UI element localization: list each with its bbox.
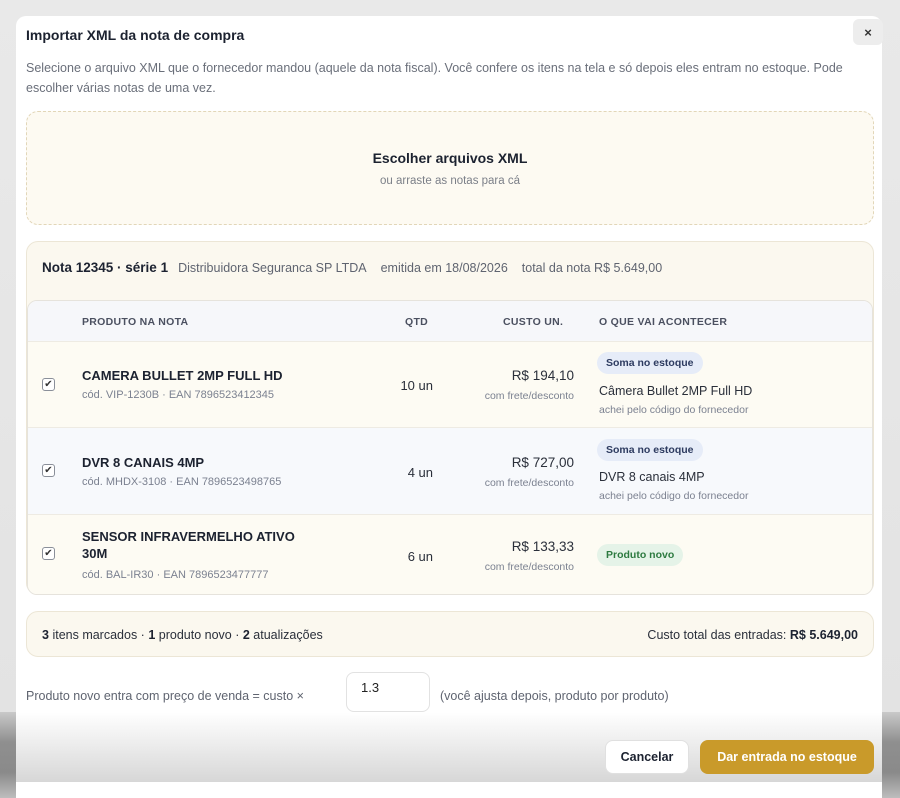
item-cost: R$ 133,33 [511,539,574,554]
item-cost-note: com frete/desconto [484,477,574,489]
invoice-total: total da nota R$ 5.649,00 [521,261,663,275]
markup-label: Produto novo entra com preço de venda = … [26,689,304,703]
item-cost: R$ 194,10 [511,368,574,383]
new-label: produto novo · [158,628,240,642]
col-produto: PRODUTO NA NOTA [82,316,189,328]
item-cost: R$ 727,00 [511,455,574,470]
cancel-button[interactable]: Cancelar [605,740,689,774]
item-name-line2: 30M [82,546,108,561]
item-qty: 6 un [407,549,433,564]
status-badge: Produto novo [597,544,684,566]
status-badge: Soma no estoque [597,439,703,461]
summary-total: Custo total das entradas: R$ 5.649,00 [647,628,858,642]
item-cost-note: com frete/desconto [484,390,574,402]
table-row: ✔ DVR 8 CANAIS 4MP cód. MHDX-3108 · EAN … [28,427,872,514]
item-name-line1: SENSOR INFRAVERMELHO ATIVO [82,529,295,544]
invoice-header: Nota 12345 · série 1 Distribuidora Segura… [42,260,662,275]
status-badge: Soma no estoque [597,352,703,374]
update-count: 2 [242,628,250,642]
summary-bar: 3 itens marcados · 1 produto novo · 2 at… [26,611,874,657]
total-value: R$ 5.649,00 [789,628,858,642]
item-checkbox[interactable]: ✔ [42,464,55,477]
matched-product: DVR 8 canais 4MP [599,470,705,484]
invoice-supplier: Distribuidora Seguranca SP LTDA [178,261,367,275]
items-table: PRODUTO NA NOTA QTD CUSTO UN. O QUE VAI … [27,300,873,595]
markup-row: Produto novo entra com preço de venda = … [26,672,876,714]
item-code: cód. VIP-1230B · EAN 7896523412345 [82,389,275,401]
item-cost-note: com frete/desconto [484,561,574,573]
dropzone-hint: ou arraste as notas para cá [380,175,520,187]
update-label: atualizações [253,628,323,642]
marked-count: 3 [42,628,49,642]
col-acao: O QUE VAI ACONTECER [599,316,728,328]
col-custo: CUSTO UN. [503,316,564,328]
dialog-description: Selecione o arquivo XML que o fornecedor… [26,61,843,95]
invoice-card: Nota 12345 · série 1 Distribuidora Segura… [26,241,874,595]
item-code: cód. BAL-IR30 · EAN 7896523477777 [82,569,269,581]
summary-counts: 3 itens marcados · 1 produto novo · 2 at… [42,628,323,642]
matched-product: Câmera Bullet 2MP Full HD [599,384,753,398]
item-name: CAMERA BULLET 2MP FULL HD [82,368,283,383]
total-label: Custo total das entradas: [647,628,787,642]
choose-xml-files-link[interactable]: Escolher arquivos XML [27,150,873,166]
dialog-title: Importar XML da nota de compra [26,27,245,43]
item-name: DVR 8 CANAIS 4MP [82,455,205,470]
new-count: 1 [148,628,156,642]
item-qty: 10 un [400,378,433,393]
confirm-stock-entry-button[interactable]: Dar entrada no estoque [700,740,874,774]
invoice-issued-date: emitida em 18/08/2026 [380,261,508,275]
marked-label: itens marcados · [52,628,145,642]
invoice-number: Nota 12345 · série 1 [42,260,169,275]
item-qty: 4 un [407,465,433,480]
item-code: cód. MHDX-3108 · EAN 7896523498765 [82,476,282,488]
xml-dropzone[interactable]: Escolher arquivos XML ou arraste as nota… [26,111,874,225]
match-note: achei pelo código do fornecedor [599,404,749,416]
match-note: achei pelo código do fornecedor [599,490,749,502]
table-row: ✔ CAMERA BULLET 2MP FULL HD cód. VIP-123… [28,341,872,427]
col-qtd: QTD [405,316,429,328]
table-row: ✔ SENSOR INFRAVERMELHO ATIVO 30M cód. BA… [28,514,872,594]
item-checkbox[interactable]: ✔ [42,547,55,560]
close-icon: × [864,24,872,40]
markup-input[interactable] [346,672,430,712]
markup-hint: (você ajusta depois, produto por produto… [440,689,669,703]
table-header: PRODUTO NA NOTA QTD CUSTO UN. O QUE VAI … [28,301,872,341]
close-button[interactable]: × [853,19,883,45]
item-checkbox[interactable]: ✔ [42,378,55,391]
